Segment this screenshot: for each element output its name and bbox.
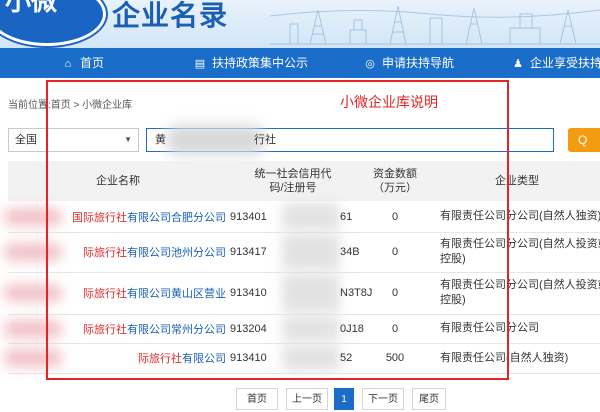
nav-item-label: 企业享受扶持信息 xyxy=(530,56,600,70)
nav-item-label: 首页 xyxy=(80,56,105,70)
logo[interactable]: 小微 xyxy=(0,0,106,46)
nav-item-label: 扶持政策集中公示 xyxy=(212,56,309,70)
page-last-button[interactable]: 尾页 xyxy=(412,388,446,410)
annotation-label: 小微企业库说明 xyxy=(340,94,438,110)
site-title: 企业名录 xyxy=(112,0,229,32)
page-next-button[interactable]: 下一页 xyxy=(362,388,404,410)
nav-item-enjoy[interactable]: ♟ 企业享受扶持信息 xyxy=(512,48,600,78)
logo-text: 小微 xyxy=(4,0,57,17)
compass-icon: ◎ xyxy=(365,58,375,70)
page-prev-button[interactable]: 上一页 xyxy=(286,388,328,410)
region-select-value: 全国 xyxy=(15,134,37,146)
book-icon: ▤ xyxy=(194,58,206,70)
search-button[interactable]: Q xyxy=(568,128,600,152)
nav-item-policy[interactable]: ▤ 扶持政策集中公示 xyxy=(194,48,308,78)
search-icon: Q xyxy=(578,133,588,147)
skyline-illustration xyxy=(270,5,600,45)
user-icon: ♟ xyxy=(513,58,523,70)
home-icon: ⌂ xyxy=(64,58,72,70)
page-current-button[interactable]: 1 xyxy=(334,388,354,410)
page-first-button[interactable]: 首页 xyxy=(236,388,278,410)
header-banner: 小微 企业名录 xyxy=(0,0,600,48)
nav-item-label: 申请扶持导航 xyxy=(382,56,455,70)
nav-item-apply[interactable]: ◎ 申请扶持导航 xyxy=(364,48,454,78)
main-nav: ⌂ 首页 ▤ 扶持政策集中公示 ◎ 申请扶持导航 ♟ 企业享受扶持信息 xyxy=(0,48,600,78)
nav-item-home[interactable]: ⌂ 首页 xyxy=(62,48,104,78)
breadcrumb-prefix: 当前位置: xyxy=(8,100,51,111)
annotation-box xyxy=(46,80,509,380)
